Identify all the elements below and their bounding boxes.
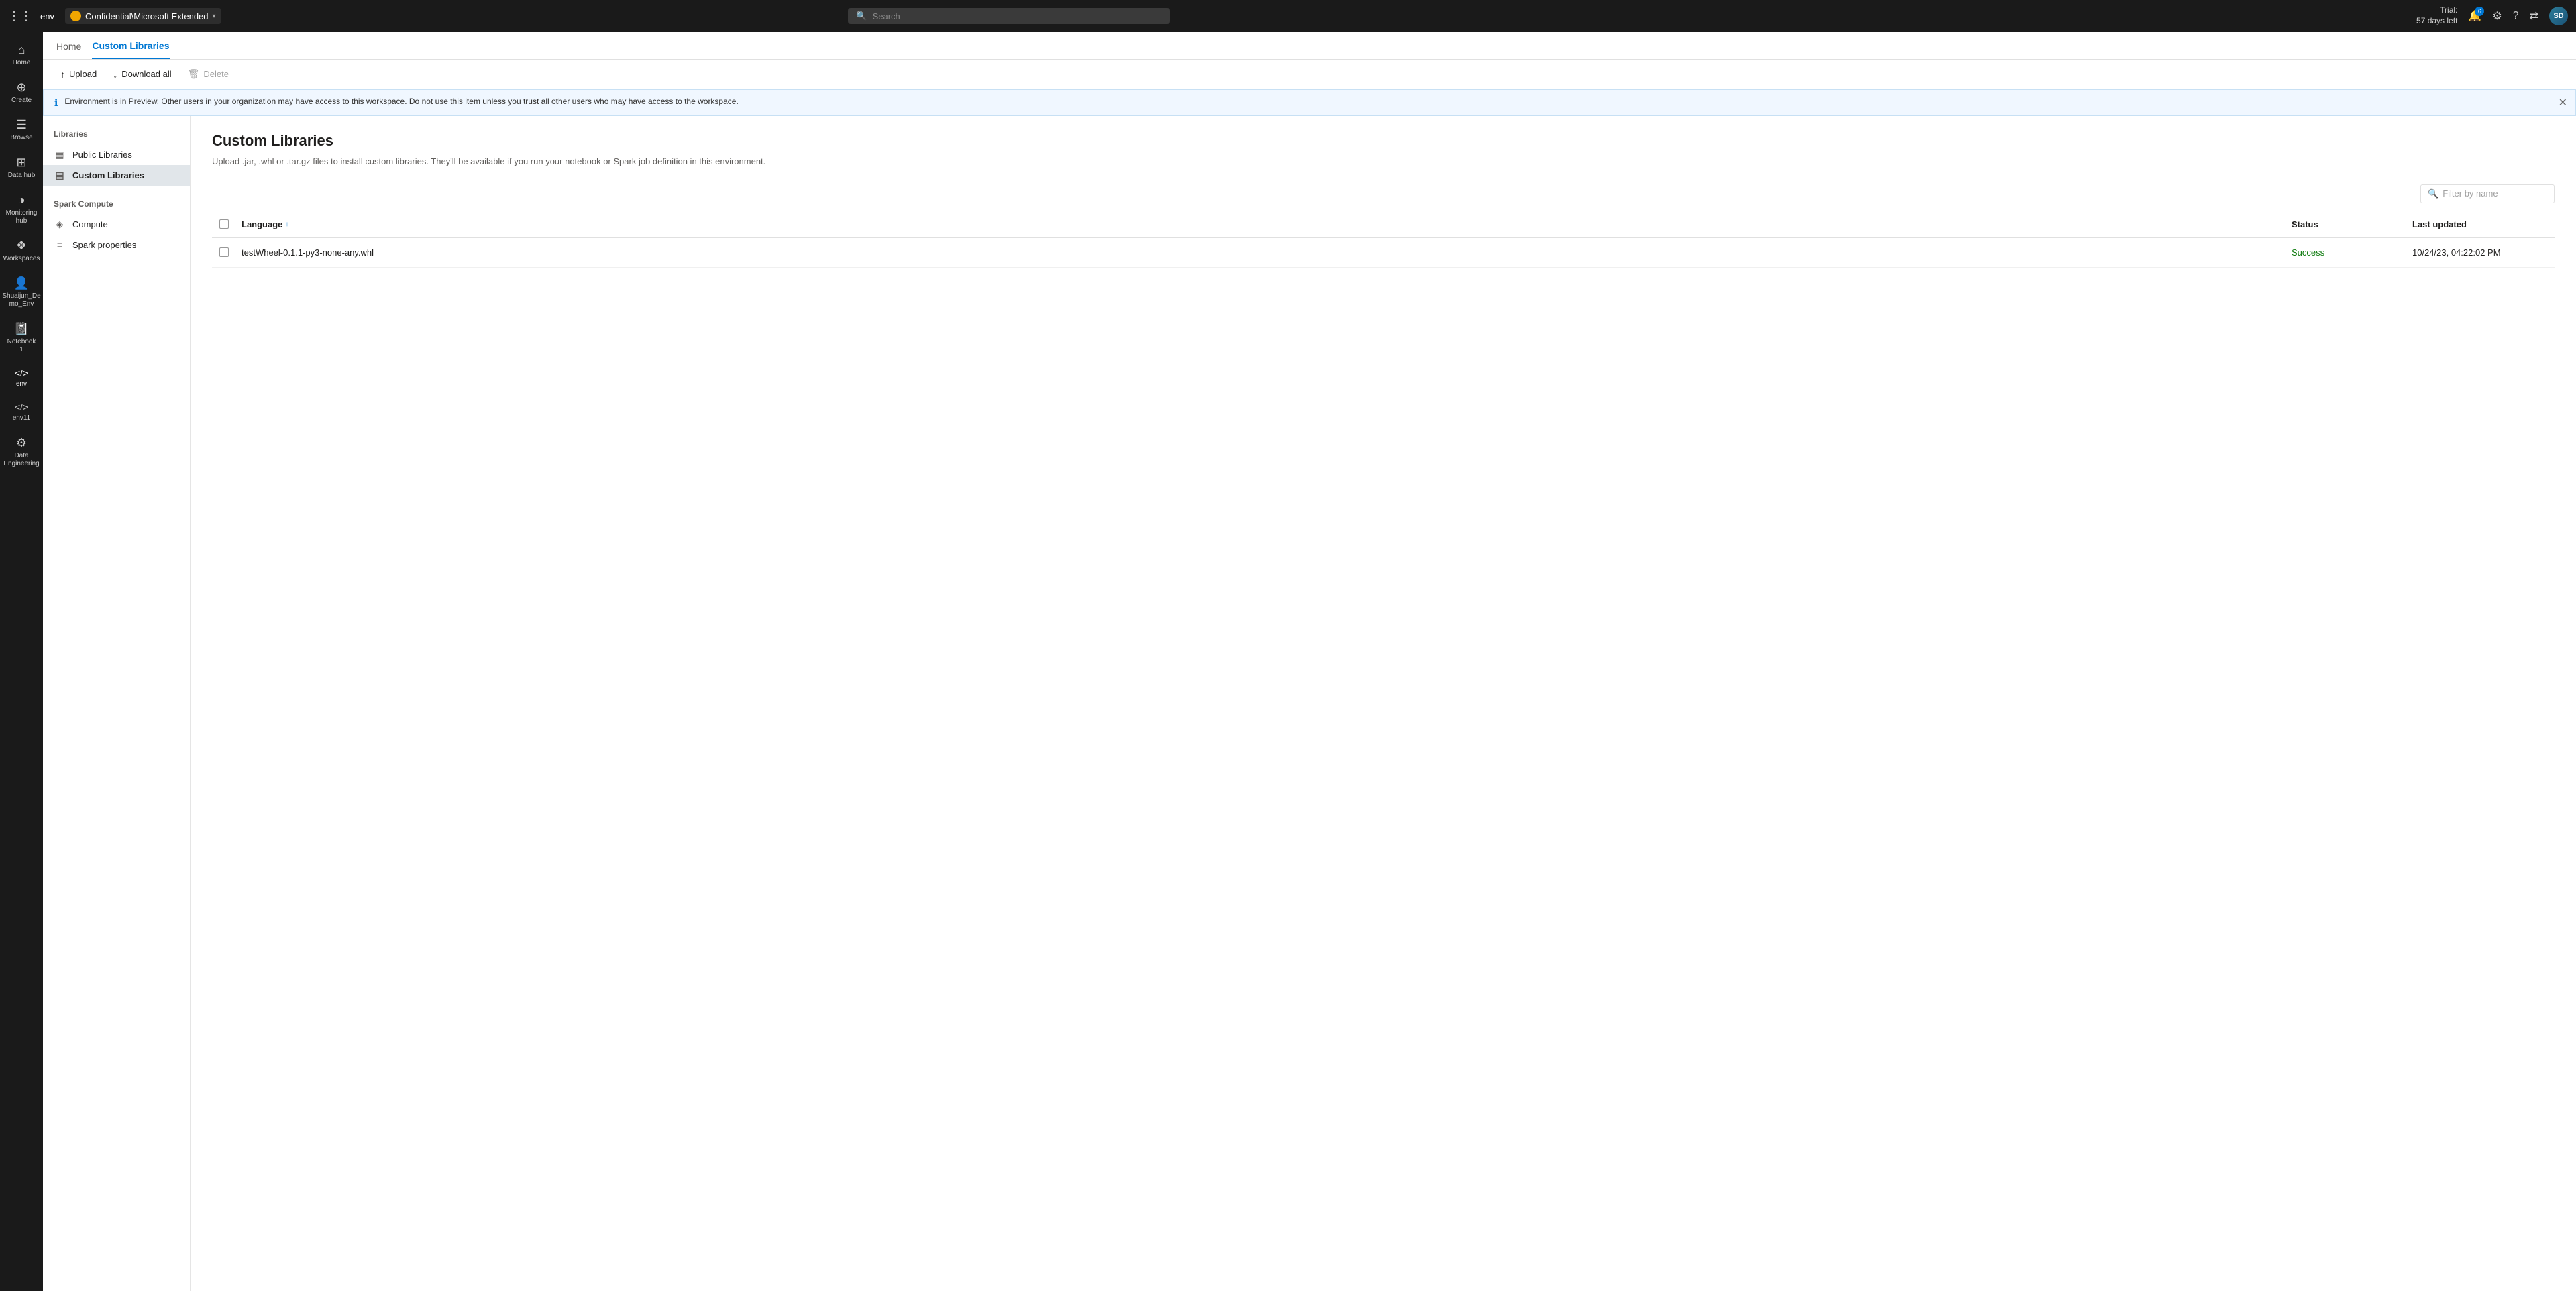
language-column-header: Language ↑	[236, 215, 2286, 233]
sidebar-item-home[interactable]: ⌂ Home	[3, 38, 40, 72]
dataengineering-icon: ⚙	[16, 436, 27, 450]
help-button[interactable]: ?	[2513, 10, 2519, 22]
sidebar-item-dataengineering[interactable]: ⚙ Data Engineering	[3, 431, 40, 473]
browse-icon: ☰	[16, 118, 27, 132]
download-icon: ↓	[113, 69, 117, 80]
user-icon: 👤	[14, 276, 29, 290]
notification-badge: 6	[2475, 7, 2484, 16]
select-all-checkbox[interactable]	[219, 219, 229, 229]
monitoring-icon: ◑	[18, 193, 25, 207]
sidebar-item-datahub[interactable]: ⊞ Data hub	[3, 150, 40, 185]
workspaces-icon: ❖	[16, 239, 27, 253]
table-header: Language ↑ Status Last updated	[212, 211, 2555, 238]
row-last-updated-cell: 10/24/23, 04:22:02 PM	[2407, 242, 2555, 263]
last-updated-column-header: Last updated	[2407, 215, 2555, 233]
info-icon: ℹ	[54, 97, 58, 109]
banner-close-button[interactable]: ✕	[2559, 96, 2567, 109]
search-icon: 🔍	[856, 11, 867, 21]
delete-button[interactable]: 🗑 Delete	[181, 65, 235, 83]
nav-item-compute[interactable]: ◈ Compute	[43, 214, 190, 235]
workspace-chevron-icon: ▾	[213, 13, 216, 20]
nav-item-spark-properties[interactable]: ≡ Spark properties	[43, 235, 190, 255]
search-bar: 🔍	[848, 8, 1170, 24]
filter-bar: 🔍	[212, 184, 2555, 203]
notifications-button[interactable]: 🔔 6	[2468, 9, 2481, 23]
env-label: env	[40, 11, 54, 21]
sidebar-item-env11[interactable]: </> env11	[3, 396, 40, 428]
apps-icon[interactable]: ⋮⋮	[8, 9, 32, 23]
upload-button[interactable]: ↑ Upload	[54, 66, 103, 83]
settings-button[interactable]: ⚙	[2492, 9, 2502, 23]
delete-icon: 🗑	[188, 68, 200, 80]
sidebar: ⌂ Home ⊕ Create ☰ Browse ⊞ Data hub ◑ Mo…	[0, 32, 43, 1291]
sidebar-item-browse[interactable]: ☰ Browse	[3, 113, 40, 148]
sidebar-item-monitoring[interactable]: ◑ Monitoring hub	[3, 188, 40, 231]
left-panel: Libraries ▦ Public Libraries ▤ Custom Li…	[43, 116, 191, 1291]
breadcrumb-home[interactable]: Home	[56, 41, 81, 58]
sidebar-item-env[interactable]: </> env	[3, 362, 40, 394]
nav-item-custom-libraries[interactable]: ▤ Custom Libraries	[43, 165, 190, 186]
row-checkbox-cell	[212, 242, 236, 263]
workspace-icon	[70, 11, 81, 21]
breadcrumb-custom-libraries[interactable]: Custom Libraries	[92, 40, 169, 59]
filter-search-icon: 🔍	[2428, 188, 2438, 199]
env11-code-icon: </>	[15, 402, 28, 412]
custom-libraries-icon: ▤	[54, 170, 66, 181]
content-layout: Libraries ▦ Public Libraries ▤ Custom Li…	[43, 116, 2576, 1291]
status-column-header: Status	[2286, 215, 2407, 233]
workspace-selector[interactable]: Confidential\Microsoft Extended ▾	[65, 8, 221, 24]
datahub-icon: ⊞	[16, 156, 26, 170]
compute-icon: ◈	[54, 219, 66, 230]
sidebar-item-notebook1[interactable]: 📓 Notebook 1	[3, 317, 40, 359]
filter-by-name-input[interactable]	[2443, 188, 2547, 199]
page-subtitle: Upload .jar, .whl or .tar.gz files to in…	[212, 155, 2555, 168]
upload-icon: ↑	[60, 69, 65, 80]
filter-input-container: 🔍	[2420, 184, 2555, 203]
libraries-section-header: Libraries	[43, 127, 190, 144]
nav-item-public-libraries[interactable]: ▦ Public Libraries	[43, 144, 190, 165]
public-libraries-icon: ▦	[54, 149, 66, 160]
search-input[interactable]	[873, 11, 1163, 21]
spark-compute-section-header: Spark Compute	[43, 197, 190, 214]
main-container: Home Custom Libraries ↑ Upload ↓ Downloa…	[43, 32, 2576, 1291]
row-status-cell: Success	[2286, 242, 2407, 263]
libraries-table: Language ↑ Status Last updated testWheel…	[212, 211, 2555, 268]
table-row: testWheel-0.1.1-py3-none-any.whl Success…	[212, 238, 2555, 268]
avatar[interactable]: SD	[2549, 7, 2568, 25]
topbar-right: Trial: 57 days left 🔔 6 ⚙ ? ⇄ SD	[2416, 5, 2568, 26]
sidebar-item-workspaces[interactable]: ❖ Workspaces	[3, 233, 40, 268]
spark-properties-icon: ≡	[54, 239, 66, 250]
env-code-icon: </>	[15, 368, 28, 378]
info-banner: ℹ Environment is in Preview. Other users…	[43, 89, 2576, 116]
page-title: Custom Libraries	[212, 132, 2555, 150]
row-checkbox[interactable]	[219, 247, 229, 257]
sidebar-item-create[interactable]: ⊕ Create	[3, 75, 40, 110]
notebook-icon: 📓	[14, 322, 29, 336]
right-panel: Custom Libraries Upload .jar, .whl or .t…	[191, 116, 2576, 1291]
sort-icon[interactable]: ↑	[285, 221, 288, 228]
workspace-name: Confidential\Microsoft Extended	[85, 11, 209, 21]
download-all-button[interactable]: ↓ Download all	[106, 66, 178, 83]
toolbar: ↑ Upload ↓ Download all 🗑 Delete	[43, 60, 2576, 89]
select-all-checkbox-cell	[212, 215, 236, 233]
breadcrumb: Home Custom Libraries	[43, 32, 2576, 60]
create-icon: ⊕	[16, 80, 26, 95]
row-name-cell: testWheel-0.1.1-py3-none-any.whl	[236, 242, 2286, 263]
home-icon: ⌂	[18, 43, 25, 57]
sidebar-item-shaijun[interactable]: 👤 Shuaijun_De mo_Env	[3, 271, 40, 314]
trial-info: Trial: 57 days left	[2416, 5, 2457, 26]
share-button[interactable]: ⇄	[2530, 9, 2538, 23]
topbar: ⋮⋮ env Confidential\Microsoft Extended ▾…	[0, 0, 2576, 32]
